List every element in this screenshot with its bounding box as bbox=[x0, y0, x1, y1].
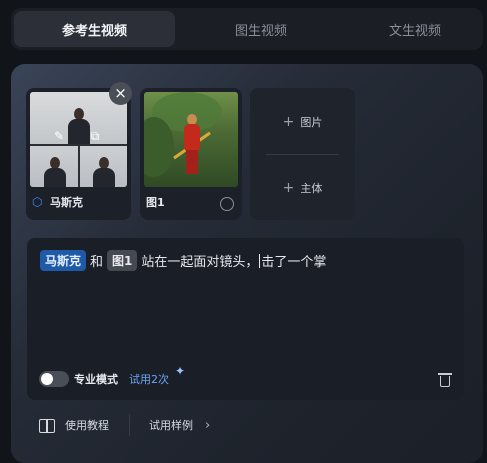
book-icon bbox=[39, 418, 55, 433]
subject-name: 马斯克 bbox=[50, 196, 83, 209]
reference-card-image[interactable]: 图1 bbox=[140, 88, 242, 220]
divider bbox=[266, 154, 339, 155]
tab-text-to-video[interactable]: 文生视频 bbox=[345, 8, 485, 50]
pro-mode-row: 专业模式 试用2次 ✦ bbox=[39, 364, 185, 387]
samples-link[interactable]: 试用样例 bbox=[149, 417, 193, 433]
trash-icon[interactable] bbox=[438, 372, 452, 387]
add-subject-button[interactable]: + 主体 bbox=[250, 180, 355, 196]
footer-bar: 使用教程 试用样例 › bbox=[39, 414, 210, 436]
image-thumbnail bbox=[144, 92, 238, 187]
pro-mode-toggle[interactable] bbox=[39, 371, 69, 387]
image-chip[interactable]: 图1 bbox=[107, 250, 138, 271]
add-reference-card: + 图片 + 主体 bbox=[250, 88, 355, 220]
mode-tabs: 参考生视频 图生视频 文生视频 bbox=[11, 8, 483, 50]
tab-image-to-video[interactable]: 图生视频 bbox=[181, 8, 341, 50]
tutorial-link[interactable]: 使用教程 bbox=[65, 417, 109, 433]
prompt-editor[interactable]: 马斯克 和 图1 站在一起面对镜头， 击了一个掌 专业模式 试用2次 ✦ bbox=[27, 238, 464, 400]
crop-icon[interactable]: ⧉ bbox=[88, 129, 102, 143]
close-icon[interactable]: × bbox=[109, 82, 132, 105]
add-image-button[interactable]: + 图片 bbox=[250, 114, 355, 130]
image-caption: 图1 bbox=[146, 194, 165, 210]
sparkle-icon: ✦ bbox=[175, 364, 186, 378]
edit-icon[interactable]: ✎ bbox=[52, 129, 66, 143]
prompt-text-part2: 击了一个掌 bbox=[261, 255, 327, 270]
prompt-text-part1: 站在一起面对镜头， bbox=[141, 255, 259, 270]
prompt-connector: 和 bbox=[90, 255, 104, 270]
prompt-text[interactable]: 马斯克 和 图1 站在一起面对镜头， 击了一个掌 bbox=[40, 250, 326, 271]
subject-caption: ⬡ 马斯克 bbox=[32, 194, 83, 210]
pro-mode-label: 专业模式 bbox=[74, 373, 118, 386]
trial-count: 试用2次 bbox=[129, 373, 169, 386]
footer-divider bbox=[129, 414, 130, 436]
image-name: 图1 bbox=[146, 196, 165, 209]
plus-icon: + bbox=[282, 114, 295, 130]
subject-chip[interactable]: 马斯克 bbox=[40, 250, 87, 271]
plus-icon: + bbox=[282, 180, 295, 196]
reference-card-subject[interactable]: ✎ ⧉ ⬡ 马斯克 bbox=[26, 88, 131, 220]
chevron-right-icon[interactable]: › bbox=[205, 418, 210, 433]
refresh-icon[interactable] bbox=[220, 197, 234, 211]
tab-reference-video[interactable]: 参考生视频 bbox=[14, 11, 175, 47]
cube-icon: ⬡ bbox=[32, 194, 43, 209]
text-caret bbox=[259, 253, 261, 268]
subject-thumbnail: ✎ ⧉ bbox=[30, 92, 127, 187]
